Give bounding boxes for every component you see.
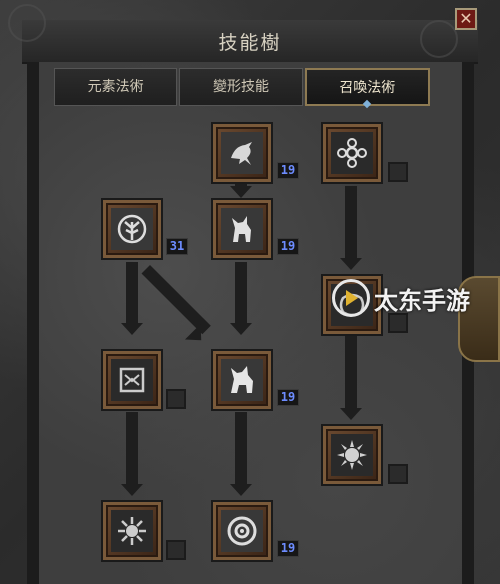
skill-level-oak-sage xyxy=(388,162,408,182)
skill-oak-sage[interactable] xyxy=(323,124,381,182)
arrow-down-icon xyxy=(230,186,252,198)
skill-level-raven: 19 xyxy=(277,162,299,179)
arrow-down-icon xyxy=(340,408,362,420)
skill-level-carrion-vine xyxy=(166,389,186,409)
tab-bar: 元素法術 變形技能 召喚法術 xyxy=(54,68,430,108)
skill-spirit-wolf[interactable] xyxy=(213,200,271,258)
skill-spirit-of-barbs[interactable] xyxy=(323,426,381,484)
connector xyxy=(345,336,357,410)
arrow-down-icon xyxy=(121,323,143,335)
skill-level-spirit-wolf: 19 xyxy=(277,238,299,255)
snowflake-icon xyxy=(331,132,373,174)
wolf-icon xyxy=(221,208,263,250)
skill-level-spirit-of-barbs xyxy=(388,464,408,484)
skill-poison-creeper[interactable] xyxy=(103,200,161,258)
play-logo-icon xyxy=(332,279,370,317)
window-title: 技能樹 xyxy=(218,32,282,54)
arrow-down-icon xyxy=(121,484,143,496)
skill-dire-wolf[interactable] xyxy=(213,351,271,409)
connector xyxy=(126,412,138,486)
watermark-text: 太东手游 xyxy=(374,286,470,315)
tab-elemental[interactable]: 元素法術 xyxy=(54,68,178,106)
connector xyxy=(235,412,247,486)
arrow-down-icon xyxy=(230,323,252,335)
skill-raven[interactable] xyxy=(213,124,271,182)
connector xyxy=(345,186,357,260)
dire-wolf-icon xyxy=(221,359,263,401)
raven-icon xyxy=(221,132,263,174)
connector xyxy=(235,262,247,324)
skill-level-dire-wolf: 19 xyxy=(277,389,299,406)
skill-level-grizzly: 19 xyxy=(277,540,299,557)
tree-icon xyxy=(111,208,153,250)
skull-sun-icon xyxy=(111,510,153,552)
vine-icon xyxy=(111,359,153,401)
bear-icon xyxy=(221,510,263,552)
connector xyxy=(126,262,138,324)
skill-grizzly[interactable] xyxy=(213,502,271,560)
sun-skull-icon xyxy=(331,434,373,476)
watermark: 太东手游 xyxy=(332,276,500,320)
arrow-down-icon xyxy=(230,484,252,496)
skill-solar-creeper[interactable] xyxy=(103,502,161,560)
skill-level-poison-creeper: 31 xyxy=(166,238,188,255)
tab-shapeshifting[interactable]: 變形技能 xyxy=(179,68,303,106)
arrow-down-icon xyxy=(340,258,362,270)
skill-level-solar-creeper xyxy=(166,540,186,560)
close-button[interactable]: ✕ xyxy=(455,8,477,30)
skill-carrion-vine[interactable] xyxy=(103,351,161,409)
